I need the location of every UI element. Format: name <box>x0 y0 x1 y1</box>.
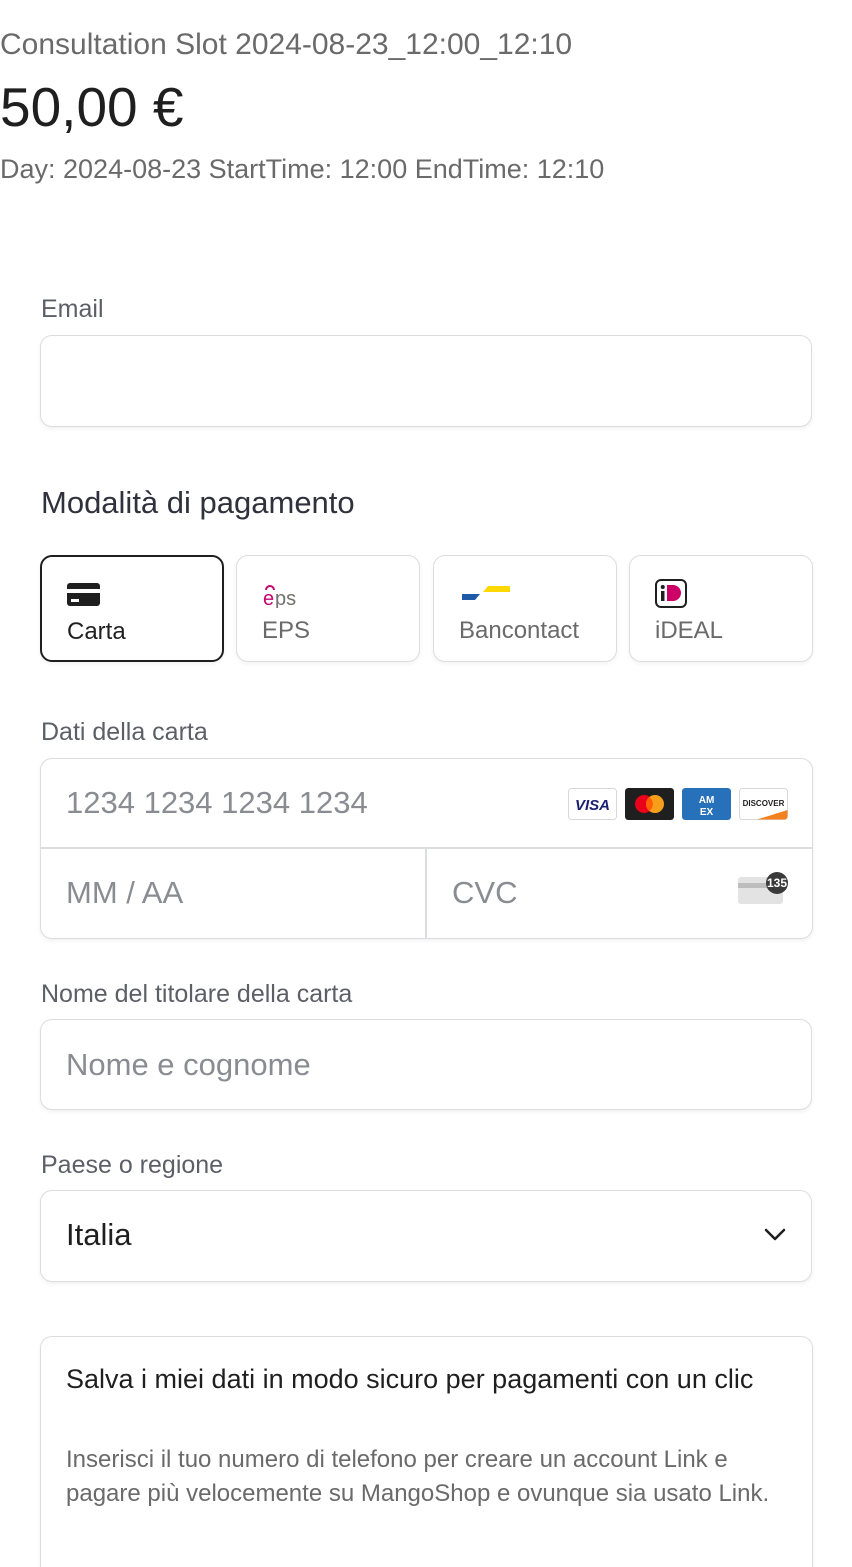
tab-eps-label: EPS <box>262 617 311 644</box>
card-icon <box>67 583 100 606</box>
link-save-description: Inserisci il tuo numero di telefono per … <box>66 1446 770 1507</box>
payment-method-tabs: Carta e ps EPS Bancontact iDEAL <box>40 555 813 662</box>
tab-eps[interactable]: e ps EPS <box>236 555 420 662</box>
link-save-box[interactable]: Salva i miei dati in modo sicuro per pag… <box>40 1336 813 1567</box>
price: 50,00 € <box>0 76 184 138</box>
card-number-input[interactable]: 1234 1234 1234 1234 VISA AM EX DISCOVER <box>41 759 812 847</box>
svg-text:EX: EX <box>700 807 714 818</box>
tab-ideal[interactable]: iDEAL <box>629 555 813 662</box>
card-cvc-placeholder: CVC <box>452 875 518 910</box>
tab-ideal-label: iDEAL <box>655 617 724 644</box>
card-cvc-input[interactable]: CVC 135 <box>427 848 812 938</box>
bancontact-logo-icon <box>462 586 510 600</box>
email-label: Email <box>41 295 104 323</box>
tab-carta[interactable]: Carta <box>40 555 224 662</box>
product-name: Consultation Slot 2024-08-23_12:00_12:10 <box>0 28 573 61</box>
cardholder-placeholder: Nome e cognome <box>66 1047 311 1082</box>
svg-text:ps: ps <box>275 588 296 608</box>
country-select[interactable]: Italia <box>40 1190 812 1282</box>
card-expiry-placeholder: MM / AA <box>66 875 184 910</box>
ideal-logo-icon <box>655 579 687 608</box>
payment-method-title: Modalità di pagamento <box>41 485 355 520</box>
eps-logo-icon: e ps <box>263 585 296 608</box>
card-details-group: 1234 1234 1234 1234 VISA AM EX DISCOVER … <box>40 758 813 939</box>
cardholder-input[interactable]: Nome e cognome <box>40 1019 812 1110</box>
email-input[interactable] <box>40 335 812 427</box>
country-value: Italia <box>66 1217 132 1252</box>
svg-text:e: e <box>263 588 274 608</box>
country-label: Paese o regione <box>41 1151 224 1179</box>
discover-icon: DISCOVER <box>739 788 788 820</box>
chevron-down-icon <box>764 1228 786 1241</box>
svg-text:DISCOVER: DISCOVER <box>743 799 785 808</box>
product-description: Day: 2024-08-23 StartTime: 12:00 EndTime… <box>0 154 605 184</box>
card-details-label: Dati della carta <box>41 718 208 746</box>
svg-text:VISA: VISA <box>575 797 610 814</box>
amex-icon: AM EX <box>682 788 731 820</box>
cardholder-label: Nome del titolare della carta <box>41 980 353 1008</box>
mastercard-icon <box>625 788 674 820</box>
svg-text:AM: AM <box>699 795 715 806</box>
link-save-title: Salva i miei dati in modo sicuro per pag… <box>66 1364 754 1394</box>
card-number-placeholder: 1234 1234 1234 1234 <box>66 785 368 820</box>
visa-icon: VISA <box>568 788 617 820</box>
tab-carta-label: Carta <box>67 618 126 645</box>
tab-bancontact-label: Bancontact <box>459 617 580 644</box>
tab-bancontact[interactable]: Bancontact <box>433 555 617 662</box>
cvc-hint-number: 135 <box>766 876 788 890</box>
card-expiry-input[interactable]: MM / AA <box>41 848 425 938</box>
